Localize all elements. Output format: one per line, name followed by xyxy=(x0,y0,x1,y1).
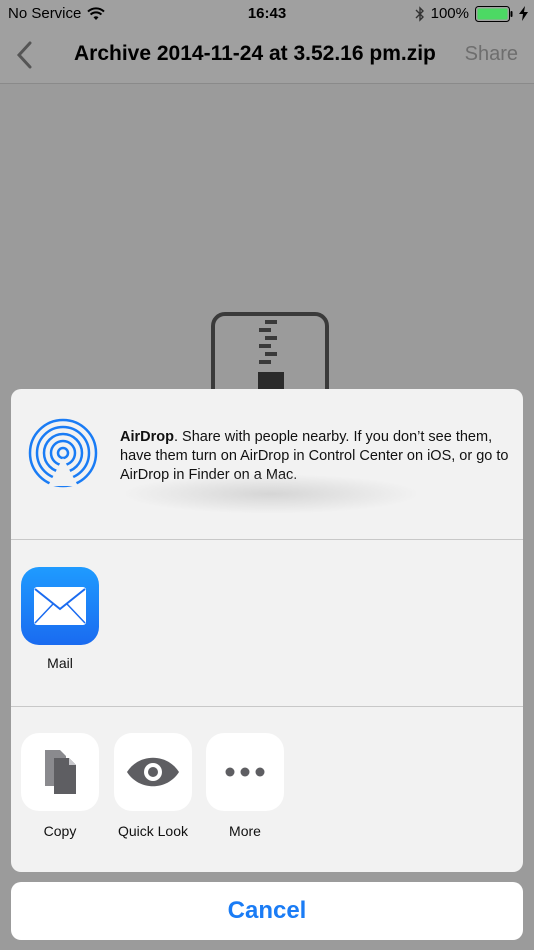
airdrop-icon xyxy=(28,418,98,488)
eye-icon xyxy=(127,757,179,787)
airdrop-title: AirDrop xyxy=(120,429,174,445)
mail-app-tile[interactable] xyxy=(21,567,99,645)
share-sheet: AirDrop. Share with people nearby. If yo… xyxy=(11,389,523,872)
bluetooth-icon xyxy=(415,5,424,22)
nav-title: Archive 2014-11-24 at 3.52.16 pm.zip xyxy=(74,42,436,65)
action-copy[interactable]: Copy xyxy=(14,733,106,839)
copy-icon xyxy=(45,750,76,794)
actions-row: Copy Quick Look More xyxy=(11,708,523,872)
app-mail[interactable]: Mail xyxy=(15,567,105,671)
action-more[interactable]: More xyxy=(199,733,291,839)
status-right: 100% xyxy=(415,5,528,22)
action-label-more: More xyxy=(229,823,261,839)
copy-tile[interactable] xyxy=(21,733,99,811)
action-label-copy: Copy xyxy=(43,823,77,839)
back-chevron-icon[interactable] xyxy=(14,40,36,70)
airdrop-section[interactable]: AirDrop. Share with people nearby. If yo… xyxy=(11,389,523,540)
share-button[interactable]: Share xyxy=(465,43,518,66)
navigation-bar: Archive 2014-11-24 at 3.52.16 pm.zip Sha… xyxy=(0,28,534,84)
more-tile[interactable] xyxy=(206,733,284,811)
status-bar: No Service 16:43 100% xyxy=(0,0,534,28)
airdrop-glow xyxy=(121,474,421,514)
battery-icon xyxy=(475,5,513,22)
apps-row: Mail xyxy=(11,541,523,707)
cancel-button[interactable]: Cancel xyxy=(11,882,523,940)
action-quick-look[interactable]: Quick Look xyxy=(107,733,199,839)
mail-icon xyxy=(34,587,86,625)
charging-icon xyxy=(519,6,528,21)
battery-percent: 100% xyxy=(430,5,469,22)
quick-look-tile[interactable] xyxy=(114,733,192,811)
action-label-quick-look: Quick Look xyxy=(117,823,189,839)
app-label-mail: Mail xyxy=(47,655,73,671)
more-icon xyxy=(225,767,265,777)
